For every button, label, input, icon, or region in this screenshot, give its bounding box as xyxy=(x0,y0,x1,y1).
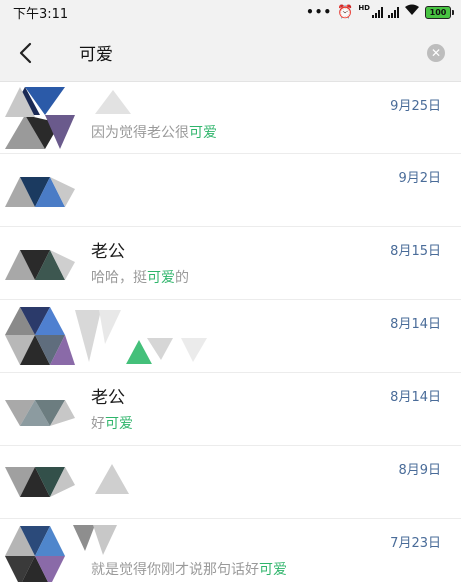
contact-name: 老公 xyxy=(91,388,125,408)
message-date: 8月14日 xyxy=(390,390,441,405)
blurred-name-placeholder xyxy=(73,525,117,555)
result-row[interactable]: 老公 好可爱 8月14日 xyxy=(0,373,461,446)
avatar xyxy=(5,159,75,221)
message-date: 9月25日 xyxy=(390,99,441,114)
clear-search-button[interactable]: ✕ xyxy=(427,43,445,62)
alarm-icon: ⏰ xyxy=(337,4,354,20)
avatar xyxy=(5,524,75,582)
search-header: 可爱 ✕ xyxy=(0,24,461,82)
avatar xyxy=(5,451,75,513)
message-snippet: 哈哈，挺可爱的 xyxy=(91,270,189,286)
result-row[interactable]: 就是觉得你刚才说那句话好可爱 7月23日 xyxy=(0,519,461,582)
result-content: 9月2日 xyxy=(75,154,461,226)
hd-icon: HD xyxy=(358,4,370,12)
search-input[interactable]: 可爱 xyxy=(52,40,427,65)
result-row[interactable]: 因为觉得老公很可爱 9月25日 xyxy=(0,82,461,154)
battery-icon: 100 xyxy=(425,5,454,19)
search-highlight: 可爱 xyxy=(189,125,217,141)
result-row[interactable]: 8月14日 xyxy=(0,300,461,373)
message-date: 8月14日 xyxy=(390,317,441,332)
more-notifications-icon: ••• xyxy=(306,5,333,19)
result-content: 老公 好可爱 8月14日 xyxy=(75,373,461,445)
avatar xyxy=(5,87,75,149)
search-results-list: 因为觉得老公很可爱 9月25日 9月2日 老公 哈哈，挺可爱的 8月15日 8月… xyxy=(0,82,461,582)
status-time: 下午3:11 xyxy=(13,6,69,22)
message-date: 8月9日 xyxy=(398,463,441,478)
status-icons: ••• ⏰ HD 100 xyxy=(306,4,454,20)
result-content: 就是觉得你刚才说那句话好可爱 7月23日 xyxy=(73,519,461,582)
message-date: 7月23日 xyxy=(390,536,441,551)
result-content: 8月14日 xyxy=(75,300,461,372)
result-content: 因为觉得老公很可爱 9月25日 xyxy=(75,82,461,153)
avatar xyxy=(5,305,75,367)
result-row[interactable]: 9月2日 xyxy=(0,154,461,227)
result-content: 老公 哈哈，挺可爱的 8月15日 xyxy=(75,227,461,299)
avatar xyxy=(5,378,75,440)
message-date: 9月2日 xyxy=(398,171,441,186)
message-snippet: 因为觉得老公很可爱 xyxy=(91,125,217,141)
signal-icon-2 xyxy=(388,6,399,18)
contact-name: 老公 xyxy=(91,242,125,262)
search-highlight: 可爱 xyxy=(105,416,133,432)
message-snippet: 好可爱 xyxy=(91,416,133,432)
signal-icon xyxy=(372,6,383,18)
back-arrow-icon xyxy=(19,42,32,63)
search-highlight: 可爱 xyxy=(147,270,175,286)
status-bar: 下午3:11 ••• ⏰ HD 100 xyxy=(0,0,461,24)
blurred-name-placeholder xyxy=(95,90,131,114)
search-highlight: 可爱 xyxy=(259,562,287,578)
blurred-name-placeholder xyxy=(95,464,129,494)
message-date: 8月15日 xyxy=(390,244,441,259)
back-button[interactable] xyxy=(0,24,52,82)
wifi-icon xyxy=(404,4,420,20)
blurred-name-placeholder xyxy=(75,310,207,364)
message-snippet: 就是觉得你刚才说那句话好可爱 xyxy=(91,562,287,578)
result-content: 8月9日 xyxy=(75,446,461,518)
avatar xyxy=(5,232,75,294)
result-row[interactable]: 8月9日 xyxy=(0,446,461,519)
close-icon: ✕ xyxy=(430,45,442,60)
result-row[interactable]: 老公 哈哈，挺可爱的 8月15日 xyxy=(0,227,461,300)
